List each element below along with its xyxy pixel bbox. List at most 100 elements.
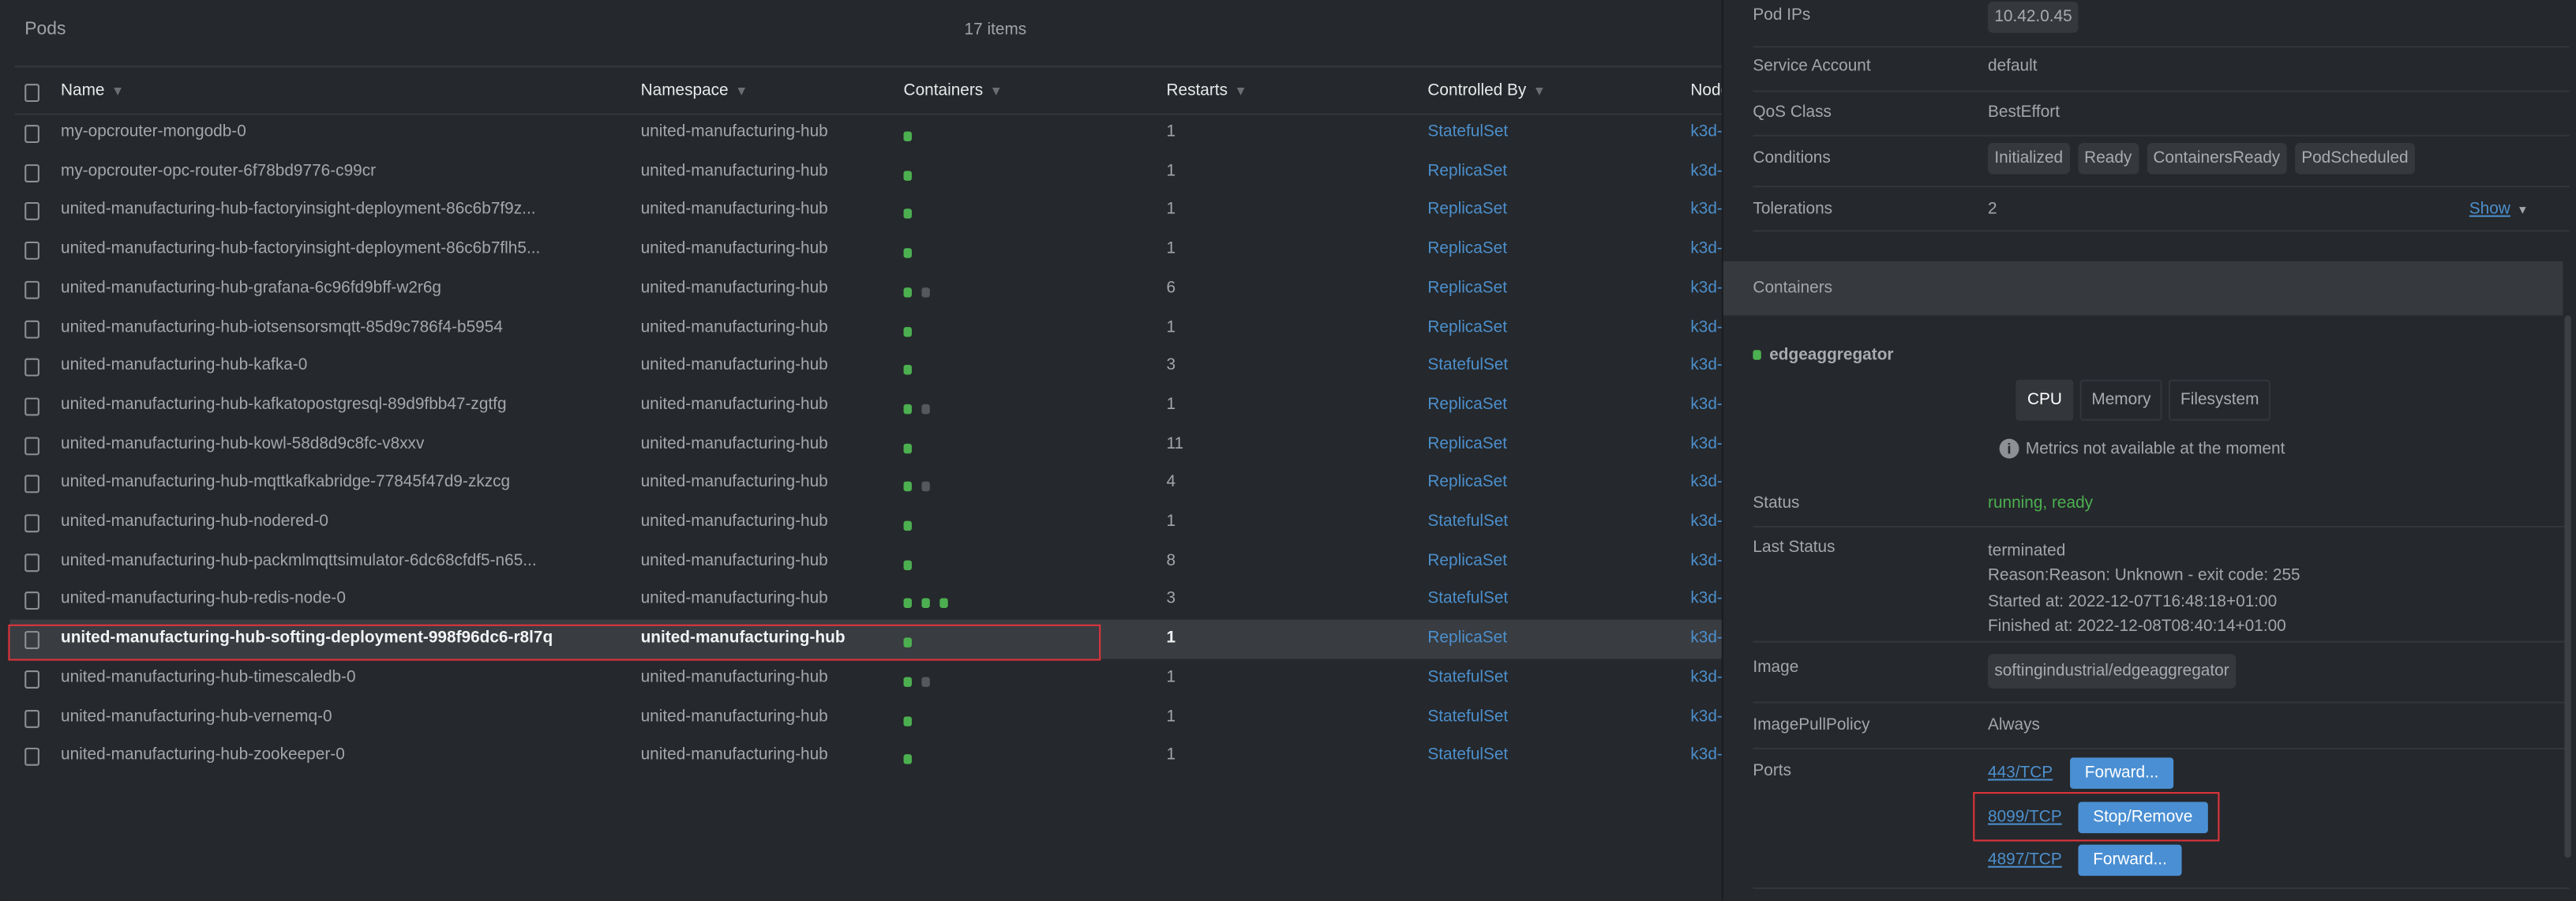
pod-namespace: united-manufacturing-hub xyxy=(640,746,828,765)
container-title: edgeaggregator xyxy=(1753,347,1894,365)
column-header-containers[interactable]: Containers ▼ xyxy=(904,82,1003,100)
row-checkbox[interactable] xyxy=(24,397,39,416)
node-link[interactable]: k3d- xyxy=(1690,474,1722,492)
table-row[interactable]: united-manufacturing-hub-factoryinsight-… xyxy=(9,231,1722,269)
table-row[interactable]: united-manufacturing-hub-factoryinsight-… xyxy=(9,191,1722,230)
table-row[interactable]: united-manufacturing-hub-packmlmqttsimul… xyxy=(9,542,1722,580)
column-header-name[interactable]: Name ▼ xyxy=(61,82,124,100)
port-link-443[interactable]: 443/TCP xyxy=(1988,764,2053,783)
controlled-by-link[interactable]: StatefulSet xyxy=(1427,746,1508,764)
forward-button-443[interactable]: Forward... xyxy=(2070,757,2174,789)
table-row[interactable]: united-manufacturing-hub-timescaledb-0 un… xyxy=(9,659,1722,697)
node-link[interactable]: k3d- xyxy=(1690,746,1722,764)
container-status-icon xyxy=(921,404,930,415)
node-link[interactable]: k3d- xyxy=(1690,591,1722,609)
node-link[interactable]: k3d- xyxy=(1690,708,1722,726)
container-status xyxy=(903,557,922,575)
service-account-link[interactable]: default xyxy=(1988,58,2037,76)
row-checkbox[interactable] xyxy=(24,436,39,455)
row-checkbox[interactable] xyxy=(24,125,39,144)
node-link[interactable]: k3d- xyxy=(1690,357,1722,375)
controlled-by-link[interactable]: StatefulSet xyxy=(1427,591,1508,609)
controlled-by-link[interactable]: ReplicaSet xyxy=(1427,201,1507,220)
controlled-by-link[interactable]: ReplicaSet xyxy=(1427,552,1507,570)
table-row[interactable]: united-manufacturing-hub-redis-node-0 uni… xyxy=(9,580,1722,619)
row-checkbox[interactable] xyxy=(24,280,39,299)
table-row[interactable]: united-manufacturing-hub-iotsensorsmqtt-… xyxy=(9,308,1722,347)
table-row[interactable]: my-opcrouter-opc-router-6f78bd9776-c99cr… xyxy=(9,152,1722,191)
condition-badge: Ready xyxy=(2077,143,2139,175)
controlled-by-link[interactable]: ReplicaSet xyxy=(1427,396,1507,414)
node-link[interactable]: k3d- xyxy=(1690,669,1722,687)
conditions-label: Conditions xyxy=(1753,149,1831,168)
row-checkbox[interactable] xyxy=(24,202,39,221)
row-checkbox[interactable] xyxy=(24,319,39,338)
controlled-by-link[interactable]: StatefulSet xyxy=(1427,708,1508,726)
controlled-by-link[interactable]: ReplicaSet xyxy=(1427,279,1507,297)
table-row[interactable]: united-manufacturing-hub-kowl-58d8d9c8fc… xyxy=(9,425,1722,464)
row-checkbox[interactable] xyxy=(24,514,39,533)
row-checkbox[interactable] xyxy=(24,359,39,377)
controlled-by-link[interactable]: ReplicaSet xyxy=(1427,318,1507,336)
table-row[interactable]: my-opcrouter-mongodb-0 united-manufacturi… xyxy=(9,114,1722,152)
pod-name: united-manufacturing-hub-iotsensorsmqtt-… xyxy=(60,317,503,336)
port-link-4897[interactable]: 4897/TCP xyxy=(1988,851,2062,869)
node-link[interactable]: k3d- xyxy=(1690,201,1722,220)
forward-button-4897[interactable]: Forward... xyxy=(2078,844,2182,877)
controlled-by-link[interactable]: ReplicaSet xyxy=(1427,435,1507,453)
last-status-value: terminated Reason:Reason: Unknown - exit… xyxy=(1988,539,2300,640)
last-status-started: Started at: 2022-12-07T16:48:18+01:00 xyxy=(1988,592,2278,611)
column-header-node[interactable]: Node xyxy=(1690,82,1722,100)
row-checkbox[interactable] xyxy=(24,591,39,610)
show-link[interactable]: Show xyxy=(2469,201,2510,219)
column-header-namespace[interactable]: Namespace ▼ xyxy=(641,82,748,100)
select-all-checkbox[interactable] xyxy=(24,84,39,103)
column-header-controlled-by[interactable]: Controlled By ▼ xyxy=(1427,82,1546,100)
row-checkbox[interactable] xyxy=(24,748,39,767)
pod-name: united-manufacturing-hub-zookeeper-0 xyxy=(60,746,345,765)
controlled-by-link[interactable]: StatefulSet xyxy=(1427,512,1508,531)
node-link[interactable]: k3d- xyxy=(1690,435,1722,453)
node-link[interactable]: k3d- xyxy=(1690,279,1722,297)
divider xyxy=(1753,640,2570,643)
node-link[interactable]: k3d- xyxy=(1690,123,1722,141)
tab-filesystem[interactable]: Filesystem xyxy=(2169,379,2271,421)
tab-memory[interactable]: Memory xyxy=(2079,379,2163,421)
node-link[interactable]: k3d- xyxy=(1690,396,1722,414)
table-row[interactable]: united-manufacturing-hub-mqttkafkabridge… xyxy=(9,464,1722,502)
service-account-label: Service Account xyxy=(1753,57,1871,76)
node-link[interactable]: k3d- xyxy=(1690,240,1722,258)
header-label: Controlled By xyxy=(1427,82,1527,100)
node-link[interactable]: k3d- xyxy=(1690,512,1722,531)
table-row[interactable]: united-manufacturing-hub-kafkatopostgres… xyxy=(9,386,1722,425)
lens-window: Pods 17 items Name ▼ Namespace ▼ Container… xyxy=(0,0,2576,901)
node-link[interactable]: k3d- xyxy=(1690,552,1722,570)
table-row[interactable]: united-manufacturing-hub-zookeeper-0 unit… xyxy=(9,737,1722,775)
container-status xyxy=(903,401,940,419)
table-row[interactable]: united-manufacturing-hub-kafka-0 united-m… xyxy=(9,347,1722,385)
node-link[interactable]: k3d- xyxy=(1690,162,1722,180)
show-tolerations-button[interactable]: Show ▼ xyxy=(2469,201,2529,219)
controlled-by-link[interactable]: ReplicaSet xyxy=(1427,629,1507,648)
controlled-by-link[interactable]: ReplicaSet xyxy=(1427,474,1507,492)
row-checkbox[interactable] xyxy=(24,553,39,572)
column-header-restarts[interactable]: Restarts ▼ xyxy=(1167,82,1247,100)
node-link[interactable]: k3d- xyxy=(1690,318,1722,336)
row-checkbox[interactable] xyxy=(24,670,39,689)
node-link[interactable]: k3d- xyxy=(1690,629,1722,648)
row-checkbox[interactable] xyxy=(24,475,39,494)
row-checkbox[interactable] xyxy=(24,242,39,260)
table-row[interactable]: united-manufacturing-hub-grafana-6c96fd9… xyxy=(9,269,1722,308)
row-checkbox[interactable] xyxy=(24,708,39,727)
controlled-by-link[interactable]: ReplicaSet xyxy=(1427,162,1507,180)
row-checkbox[interactable] xyxy=(24,163,39,182)
controlled-by-link[interactable]: StatefulSet xyxy=(1427,123,1508,141)
controlled-by-link[interactable]: ReplicaSet xyxy=(1427,240,1507,258)
controlled-by-link[interactable]: StatefulSet xyxy=(1427,669,1508,687)
pod-namespace: united-manufacturing-hub xyxy=(640,590,828,609)
scrollbar[interactable] xyxy=(2564,315,2571,858)
table-row[interactable]: united-manufacturing-hub-nodered-0 united… xyxy=(9,503,1722,542)
tab-cpu[interactable]: CPU xyxy=(2015,379,2074,421)
table-row[interactable]: united-manufacturing-hub-vernemq-0 united… xyxy=(9,697,1722,736)
controlled-by-link[interactable]: StatefulSet xyxy=(1427,357,1508,375)
